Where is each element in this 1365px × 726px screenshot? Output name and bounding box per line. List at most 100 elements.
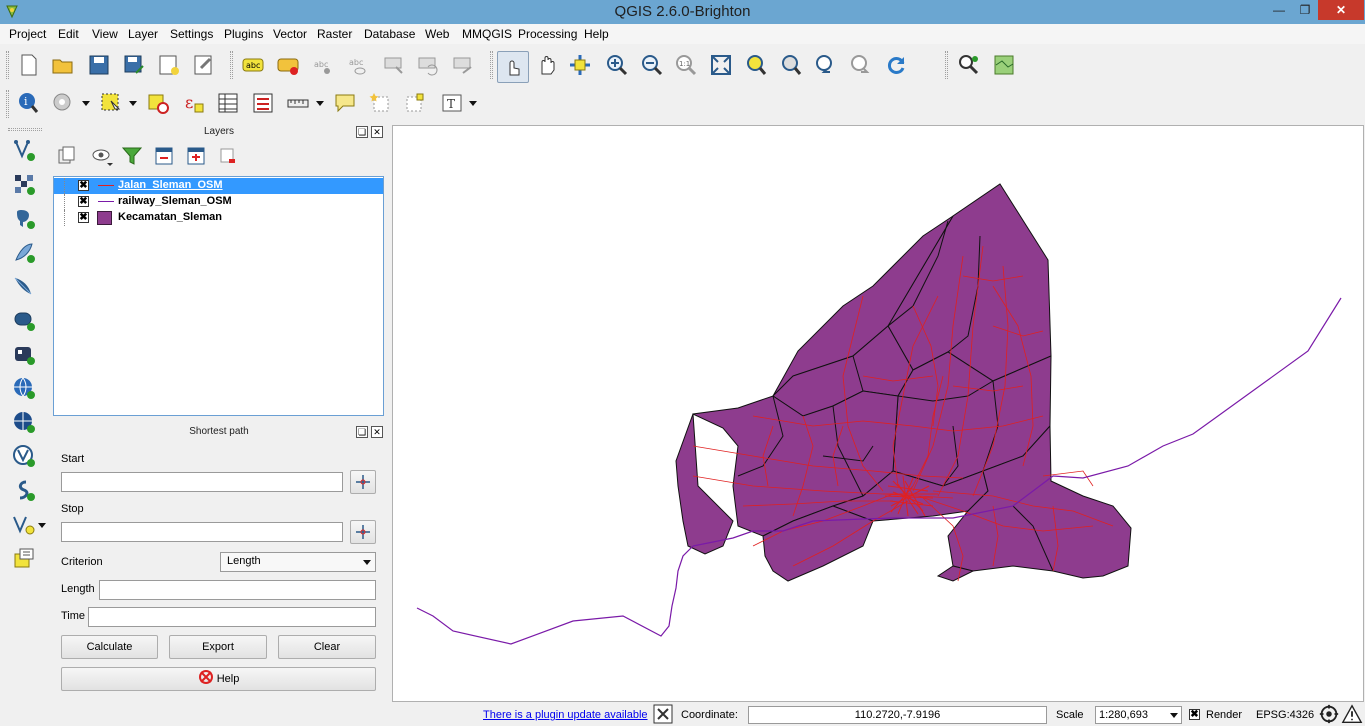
toolbar-grip[interactable] <box>8 128 42 131</box>
close-panel-icon[interactable]: ✕ <box>371 426 383 438</box>
new-bookmark-icon[interactable] <box>366 89 394 117</box>
pan-map-icon[interactable] <box>533 51 561 79</box>
field-calculator-icon[interactable] <box>249 89 277 117</box>
add-spatialite-layer-icon[interactable] <box>10 238 38 266</box>
change-label-icon[interactable] <box>449 51 477 79</box>
add-oracle-layer-icon[interactable] <box>10 306 38 334</box>
menu-settings[interactable]: Settings <box>170 27 213 41</box>
add-wfs-layer-icon[interactable] <box>10 442 38 470</box>
move-label-icon[interactable] <box>380 51 408 79</box>
zoom-native-resolution-icon[interactable]: 1:1 <box>672 51 700 79</box>
toolbar-grip[interactable] <box>6 51 9 79</box>
menu-edit[interactable]: Edit <box>58 27 79 41</box>
menu-vector[interactable]: Vector <box>273 27 307 41</box>
menu-raster[interactable]: Raster <box>317 27 352 41</box>
select-features-icon[interactable] <box>97 89 125 117</box>
filter-legend-icon[interactable] <box>120 144 144 168</box>
add-raster-layer-icon[interactable] <box>10 170 38 198</box>
new-print-composer-icon[interactable] <box>155 51 183 79</box>
rotate-label-icon[interactable] <box>414 51 442 79</box>
menu-project[interactable]: Project <box>9 27 46 41</box>
pin-labels-icon[interactable]: abc <box>309 51 337 79</box>
zoom-next-icon[interactable] <box>847 51 875 79</box>
plugin-update-link[interactable]: There is a plugin update available <box>483 709 648 721</box>
toggle-extents-icon[interactable] <box>651 702 675 726</box>
zoom-in-icon[interactable] <box>603 51 631 79</box>
render-checkbox[interactable]: ✖ <box>1189 709 1200 720</box>
scale-select[interactable]: 1:280,693 <box>1095 706 1182 724</box>
crs-status[interactable]: EPSG:4326 <box>1256 709 1314 721</box>
label-icon[interactable]: abc <box>239 51 267 79</box>
toolbar-grip[interactable] <box>490 51 493 79</box>
menu-layer[interactable]: Layer <box>128 27 158 41</box>
map-tips-balloon-icon[interactable] <box>331 89 359 117</box>
layer-tree[interactable]: ✖ Jalan_Sleman_OSM ✖ railway_Sleman_OSM … <box>53 176 384 416</box>
pan-to-selection-icon[interactable] <box>566 51 594 79</box>
crs-globe-icon[interactable] <box>1318 702 1340 726</box>
zoom-to-layer-icon[interactable] <box>777 51 805 79</box>
new-shapefile-layer-icon[interactable] <box>10 510 38 538</box>
menu-plugins[interactable]: Plugins <box>224 27 263 41</box>
raster-plugin-icon[interactable] <box>990 51 1018 79</box>
measure-line-icon[interactable] <box>284 89 312 117</box>
add-group-icon[interactable] <box>54 144 78 168</box>
new-project-icon[interactable] <box>15 51 43 79</box>
pick-start-button[interactable] <box>350 470 376 494</box>
zoom-full-icon[interactable] <box>707 51 735 79</box>
manage-visibility-icon[interactable] <box>90 144 114 168</box>
refresh-icon[interactable] <box>882 51 910 79</box>
add-delimited-text-layer-icon[interactable] <box>10 476 38 504</box>
select-by-expression-icon[interactable]: ε <box>180 89 208 117</box>
menu-web[interactable]: Web <box>425 27 449 41</box>
close-window-button[interactable]: ✕ <box>1318 0 1364 20</box>
menu-view[interactable]: View <box>92 27 118 41</box>
show-bookmarks-icon[interactable] <box>401 89 429 117</box>
annotation-dropdown[interactable] <box>469 101 477 106</box>
save-as-icon[interactable] <box>120 51 148 79</box>
menu-database[interactable]: Database <box>364 27 415 41</box>
pick-stop-button[interactable] <box>350 520 376 544</box>
clear-button[interactable]: Clear <box>278 635 376 659</box>
start-point-input[interactable] <box>61 472 343 492</box>
layer-visibility-checkbox[interactable]: ✖ <box>78 196 89 207</box>
whats-this-icon[interactable]: i <box>14 89 42 117</box>
zoom-last-icon[interactable] <box>812 51 840 79</box>
composer-manager-icon[interactable] <box>190 51 218 79</box>
toolbar-grip[interactable] <box>6 90 9 118</box>
help-button[interactable]: Help <box>61 667 376 691</box>
toolbar-grip[interactable] <box>945 51 948 79</box>
menu-mmqgis[interactable]: MMQGIS <box>462 27 512 41</box>
add-db2-layer-icon[interactable] <box>10 340 38 368</box>
remove-layer-icon[interactable] <box>216 144 240 168</box>
select-dropdown[interactable] <box>129 101 137 106</box>
stop-point-input[interactable] <box>61 522 343 542</box>
add-wms-layer-icon[interactable] <box>10 374 38 402</box>
calculate-button[interactable]: Calculate <box>61 635 158 659</box>
float-panel-icon[interactable]: ❏ <box>356 126 368 138</box>
show-hide-labels-icon[interactable]: abc <box>344 51 372 79</box>
add-mssql-layer-icon[interactable] <box>10 272 38 300</box>
deselect-features-icon[interactable] <box>144 89 172 117</box>
layer-properties-tool-icon[interactable] <box>10 544 38 572</box>
add-vector-layer-icon[interactable] <box>10 136 38 164</box>
warning-icon[interactable] <box>1341 702 1363 726</box>
touch-zoom-pan-icon[interactable] <box>497 51 529 83</box>
save-project-icon[interactable] <box>85 51 113 79</box>
new-layer-dropdown[interactable] <box>38 523 46 528</box>
layer-labeling-icon[interactable] <box>274 51 302 79</box>
menu-help[interactable]: Help <box>584 27 609 41</box>
menu-processing[interactable]: Processing <box>518 27 577 41</box>
attribute-table-icon[interactable] <box>214 89 242 117</box>
open-project-icon[interactable] <box>49 51 77 79</box>
collapse-all-icon[interactable] <box>184 144 208 168</box>
map-canvas[interactable] <box>392 125 1364 702</box>
map-tips-dropdown[interactable] <box>82 101 90 106</box>
layer-visibility-checkbox[interactable]: ✖ <box>78 212 89 223</box>
expand-all-icon[interactable] <box>152 144 176 168</box>
export-button[interactable]: Export <box>169 635 267 659</box>
add-postgis-layer-icon[interactable] <box>10 204 38 232</box>
add-wcs-layer-icon[interactable] <box>10 408 38 436</box>
layer-visibility-checkbox[interactable]: ✖ <box>78 180 89 191</box>
criterion-select[interactable]: Length <box>220 552 376 572</box>
map-tips-icon[interactable] <box>49 89 77 117</box>
